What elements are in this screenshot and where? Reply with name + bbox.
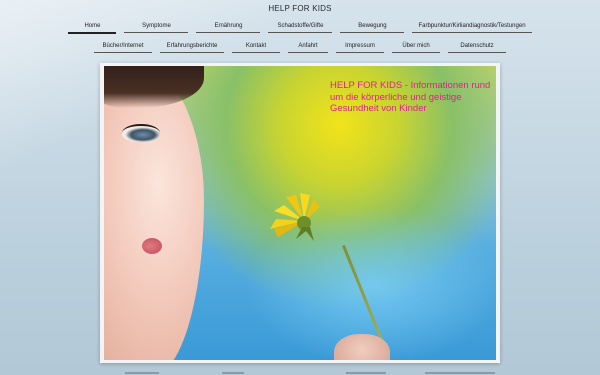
nav-datenschutz[interactable]: Datenschutz — [448, 40, 506, 53]
hero-headline: HELP FOR KIDS - Informationen rund um di… — [330, 80, 491, 114]
girl-hair — [104, 66, 204, 108]
nav-ueber-mich[interactable]: Über mich — [392, 40, 440, 53]
nav-impressum[interactable]: Impressum — [336, 40, 384, 53]
footer-bar-1 — [125, 372, 159, 374]
dandelion-flower-icon — [270, 193, 320, 241]
site-title: HELP FOR KIDS — [268, 4, 332, 13]
nav-schadstoffe-gifte[interactable]: Schadstoffe/Gifte — [268, 20, 333, 33]
girl-eye — [122, 124, 160, 142]
girl-face — [104, 66, 204, 360]
main-nav-row-1: Home Symptome Ernährung Schadstoffe/Gift… — [0, 20, 600, 34]
nav-ernaehrung[interactable]: Ernährung — [196, 20, 261, 33]
nav-anfahrt[interactable]: Anfahrt — [288, 40, 328, 53]
girl-lips — [142, 238, 162, 254]
nav-home[interactable]: Home — [68, 20, 117, 34]
nav-kontakt[interactable]: Kontakt — [232, 40, 280, 53]
nav-farbpunktur[interactable]: Farbpunktur/Kirliandiagnostik/Testungen — [412, 20, 532, 33]
footer-bar-2 — [222, 372, 244, 374]
nav-symptome[interactable]: Symptome — [124, 20, 189, 33]
nav-bewegung[interactable]: Bewegung — [340, 20, 405, 33]
footer-bar-3 — [346, 372, 386, 374]
hero-image: HELP FOR KIDS - Informationen rund um di… — [104, 66, 496, 360]
main-nav-row-2: Bücher/Internet Erfahrungsberichte Konta… — [0, 40, 600, 53]
footer-bar-4 — [425, 372, 495, 374]
nav-erfahrungsberichte[interactable]: Erfahrungsberichte — [160, 40, 224, 53]
girl-hand — [334, 334, 390, 360]
hero-frame: HELP FOR KIDS - Informationen rund um di… — [100, 63, 500, 363]
nav-buecher-internet[interactable]: Bücher/Internet — [94, 40, 152, 53]
